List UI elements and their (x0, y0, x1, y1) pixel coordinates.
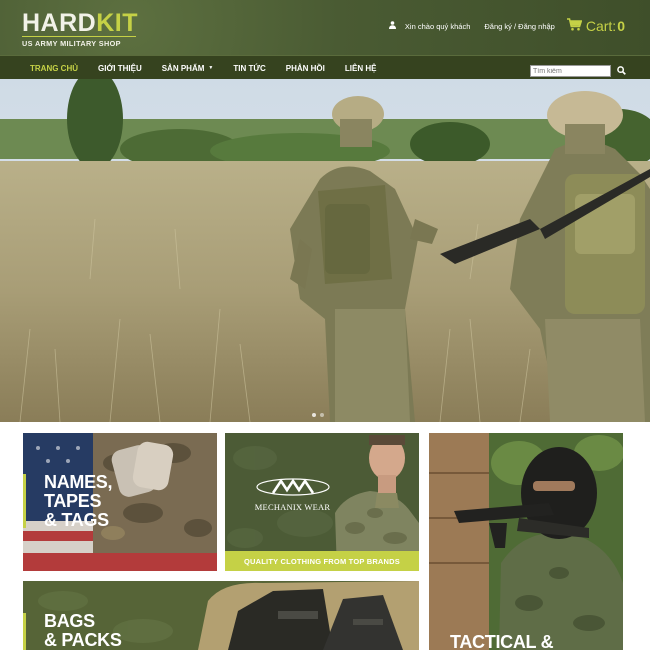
mechanix-caption: QUALITY CLOTHING FROM TOP BRANDS (225, 551, 419, 571)
site-header: HARDKIT US ARMY MILITARY SHOP Xin chào q… (0, 0, 650, 55)
nav-item-news[interactable]: TIN TỨC (223, 64, 275, 73)
search-form (530, 62, 626, 80)
site-logo[interactable]: HARDKIT US ARMY MILITARY SHOP (22, 11, 138, 48)
mechanix-brand-text: MECHANIX WEAR (254, 502, 331, 512)
mechanix-logo: MECHANIX WEAR (245, 478, 340, 512)
main-navigation: TRANG CHỦ GIỚI THIỆU SẢN PHẨM ▼ TIN TỨC P… (0, 55, 650, 79)
cart-label: Cart: (585, 18, 617, 34)
hero-banner[interactable] (0, 79, 650, 422)
search-input[interactable] (530, 65, 611, 77)
cart-button[interactable]: Cart: 0 (566, 18, 625, 34)
nav-item-contact[interactable]: LIÊN HỆ (335, 64, 387, 73)
nav-item-home[interactable]: TRANG CHỦ (20, 64, 88, 73)
search-icon[interactable] (617, 62, 626, 80)
logo-tagline: US ARMY MILITARY SHOP (22, 39, 121, 48)
mechanix-m-icon (255, 478, 330, 496)
top-links: Xin chào quý khách Đăng ký / Đăng nhập C… (388, 18, 625, 34)
tile-tactical-soldier-image (429, 433, 623, 650)
dropdown-caret-icon: ▼ (208, 65, 214, 71)
greeting-text: Xin chào quý khách (404, 21, 471, 31)
user-icon (388, 21, 396, 31)
logo-text-hard: HARD (22, 9, 97, 37)
tile-title-names-tapes-tags: NAMES, TAPES & TAGS (44, 472, 113, 530)
tile-names-tapes-tags[interactable]: NAMES, TAPES & TAGS (23, 433, 217, 571)
tile-accent-bar (23, 474, 26, 528)
cart-count: 0 (617, 18, 625, 34)
tile-accent-bar-bags (23, 613, 26, 650)
nav-item-feedback[interactable]: PHẢN HỒI (276, 64, 335, 73)
nav-item-about[interactable]: GIỚI THIỆU (88, 64, 152, 73)
nav-item-products[interactable]: SẢN PHẨM ▼ (152, 64, 224, 73)
tile-mechanix-wear[interactable]: MECHANIX WEAR QUALITY CLOTHING FROM TOP … (225, 433, 419, 571)
tile-bags-packs[interactable]: BAGS & PACKS (23, 581, 419, 650)
register-login-link[interactable]: Đăng ký / Đăng nhập (484, 22, 554, 31)
cart-icon (566, 18, 583, 34)
tile-title-bags-packs: BAGS & PACKS (44, 611, 122, 650)
tile-title-tactical: TACTICAL & (450, 632, 554, 650)
hero-soldiers-image (0, 79, 650, 422)
logo-text-kit: KIT (96, 9, 138, 37)
tile-tactical[interactable]: TACTICAL & (429, 433, 623, 650)
